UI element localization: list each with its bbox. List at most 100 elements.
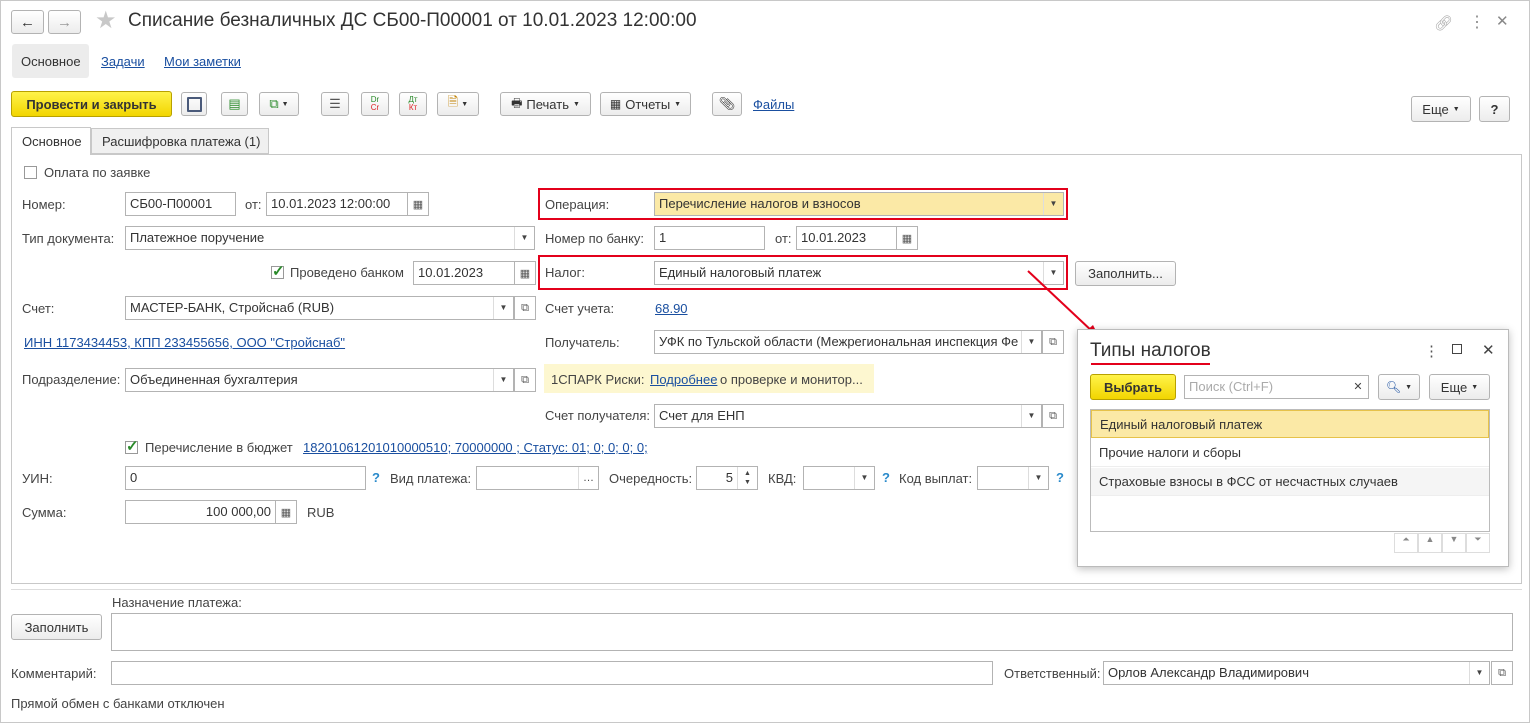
chevron-down-icon[interactable]: ▼: [1028, 467, 1048, 489]
payout-code-select[interactable]: ▼: [977, 466, 1049, 490]
more-button[interactable]: Еще ▼: [1411, 96, 1471, 122]
favorite-star-icon[interactable]: ★: [95, 6, 117, 35]
open-window-icon: ⧉: [1498, 666, 1506, 679]
dt-kt-button[interactable]: Дт Кт: [399, 92, 427, 116]
budget-transfer-checkbox[interactable]: [125, 437, 139, 455]
create-based-on-button[interactable]: ⧉ ▼: [259, 92, 299, 116]
recipient-select[interactable]: УФК по Тульской области (Межрегиональная…: [654, 330, 1042, 354]
bank-date-calendar-button[interactable]: ▦: [896, 226, 918, 250]
responsible-open-button[interactable]: ⧉: [1491, 661, 1513, 685]
attach-button[interactable]: 📎︎: [712, 92, 742, 116]
link-icon[interactable]: 🔗︎: [1434, 14, 1453, 32]
pay-by-request-checkbox[interactable]: [24, 166, 37, 179]
reports-button[interactable]: ▦ Отчеты ▼: [600, 92, 691, 116]
chevron-down-icon[interactable]: ▼: [493, 369, 513, 391]
list-item[interactable]: Прочие налоги и сборы: [1091, 439, 1489, 467]
ellipsis-icon[interactable]: …: [578, 467, 598, 489]
scroll-top-icon[interactable]: ⏶: [1394, 533, 1418, 553]
recipient-account-open-button[interactable]: ⧉: [1042, 404, 1064, 428]
journal-button[interactable]: ☰: [321, 92, 349, 116]
bank-posted-checkbox[interactable]: [271, 262, 285, 280]
payout-code-help-icon[interactable]: ?: [1056, 470, 1064, 485]
fill-purpose-button[interactable]: Заполнить: [11, 614, 102, 640]
uin-help-icon[interactable]: ?: [372, 470, 380, 485]
amount-input[interactable]: 100 000,00: [125, 500, 276, 524]
inn-link[interactable]: ИНН 1173434453, КПП 233455656, ООО "Стро…: [24, 335, 345, 350]
priority-input[interactable]: 5 ▲ ▼: [696, 466, 758, 490]
chevron-down-icon: ▼: [674, 100, 682, 108]
date-input[interactable]: 10.01.2023 12:00:00: [266, 192, 408, 216]
scroll-down-icon[interactable]: ▼: [1442, 533, 1466, 553]
post-and-close-button[interactable]: Провести и закрыть: [11, 91, 172, 117]
popup-maximize-icon[interactable]: [1452, 344, 1462, 354]
chevron-down-icon[interactable]: ▼: [1043, 193, 1063, 215]
bank-date-input[interactable]: 10.01.2023: [796, 226, 897, 250]
chevron-down-icon[interactable]: ▼: [854, 467, 874, 489]
nav-tab-notes[interactable]: Мои заметки: [164, 54, 241, 69]
purpose-label: Назначение платежа:: [112, 595, 242, 610]
chevron-down-icon: ▼: [461, 100, 469, 108]
more-vertical-icon[interactable]: ⋮: [1469, 12, 1485, 32]
popup-pager: ⏶ ▲ ▼ ⏷: [1394, 533, 1490, 553]
tax-select[interactable]: Единый налоговый платеж ▼: [654, 261, 1064, 285]
nav-tab-tasks[interactable]: Задачи: [101, 54, 145, 69]
form-tab-main[interactable]: Основное: [11, 127, 91, 155]
account-open-button[interactable]: ⧉: [514, 296, 536, 320]
popup-more-button[interactable]: Еще ▼: [1429, 374, 1490, 400]
print-button[interactable]: 🖶︎ Печать ▼: [500, 92, 591, 116]
bank-number-input[interactable]: 1: [654, 226, 765, 250]
amount-calculator-button[interactable]: ▦: [275, 500, 297, 524]
dr-cr-button[interactable]: Dr Cr: [361, 92, 389, 116]
post-button[interactable]: ▤: [221, 92, 248, 116]
form-tab-payment-details[interactable]: Расшифровка платежа (1): [91, 128, 269, 154]
save-button[interactable]: [181, 92, 207, 116]
kvd-help-icon[interactable]: ?: [882, 470, 890, 485]
popup-close-icon[interactable]: ✕: [1482, 341, 1495, 359]
budget-details-link[interactable]: 18201061201010000510; 70000000 ; Статус:…: [303, 440, 648, 455]
account-select[interactable]: МАСТЕР-БАНК, Стройснаб (RUB) ▼: [125, 296, 514, 320]
chevron-down-icon[interactable]: ▼: [493, 297, 513, 319]
chevron-down-icon[interactable]: ▼: [1469, 662, 1489, 684]
help-button[interactable]: ?: [1479, 96, 1510, 122]
responsible-select[interactable]: Орлов Александр Владимирович ▼: [1103, 661, 1490, 685]
operation-select[interactable]: Перечисление налогов и взносов ▼: [654, 192, 1064, 216]
stepper-icon[interactable]: ▲ ▼: [737, 467, 757, 489]
spark-details-link[interactable]: Подробнее: [650, 372, 717, 387]
close-icon[interactable]: ✕: [1496, 12, 1509, 30]
popup-select-button[interactable]: Выбрать: [1090, 374, 1176, 400]
uin-input[interactable]: 0: [125, 466, 366, 490]
bank-posted-date-input[interactable]: 10.01.2023: [413, 261, 515, 285]
scroll-bottom-icon[interactable]: ⏷: [1466, 533, 1490, 553]
purpose-textarea[interactable]: [111, 613, 1513, 651]
date-calendar-button[interactable]: ▦: [407, 192, 429, 216]
number-input[interactable]: СБ00-П00001: [125, 192, 236, 216]
forward-button[interactable]: →: [48, 10, 81, 34]
popup-search-input[interactable]: Поиск (Ctrl+F) ✕: [1184, 375, 1369, 399]
list-item[interactable]: Единый налоговый платеж: [1091, 410, 1489, 438]
clear-icon[interactable]: ✕: [1348, 376, 1368, 398]
recipient-account-select[interactable]: Счет для ЕНП ▼: [654, 404, 1042, 428]
create-based-icon: ⧉: [269, 96, 279, 111]
chevron-down-icon[interactable]: ▼: [514, 227, 534, 249]
payment-kind-input[interactable]: …: [476, 466, 599, 490]
scroll-up-icon[interactable]: ▲: [1418, 533, 1442, 553]
kvd-select[interactable]: ▼: [803, 466, 875, 490]
calendar-icon: ▦: [412, 198, 424, 211]
bank-date-from-label: от:: [775, 231, 792, 246]
division-select[interactable]: Объединенная бухгалтерия ▼: [125, 368, 514, 392]
popup-search-button[interactable]: 🔍︎ ▼: [1378, 374, 1420, 400]
chevron-down-icon[interactable]: ▼: [1021, 405, 1041, 427]
open-window-icon: ⧉: [1049, 409, 1057, 422]
spark-suffix: о проверке и монитор...: [720, 372, 863, 387]
division-open-button[interactable]: ⧉: [514, 368, 536, 392]
paperclip-icon: 📎︎: [718, 96, 736, 111]
back-button[interactable]: ←: [11, 10, 44, 34]
account-acc-link[interactable]: 68.90: [655, 301, 688, 316]
attachments-menu-button[interactable]: 🗎︎ ▼: [437, 92, 479, 116]
list-item[interactable]: Страховые взносы в ФСС от несчастных слу…: [1091, 468, 1489, 496]
popup-more-icon[interactable]: ⋮: [1424, 342, 1439, 360]
doc-type-select[interactable]: Платежное поручение ▼: [125, 226, 535, 250]
bank-posted-calendar-button[interactable]: ▦: [514, 261, 536, 285]
files-link[interactable]: Файлы: [753, 97, 794, 112]
comment-input[interactable]: [111, 661, 993, 685]
